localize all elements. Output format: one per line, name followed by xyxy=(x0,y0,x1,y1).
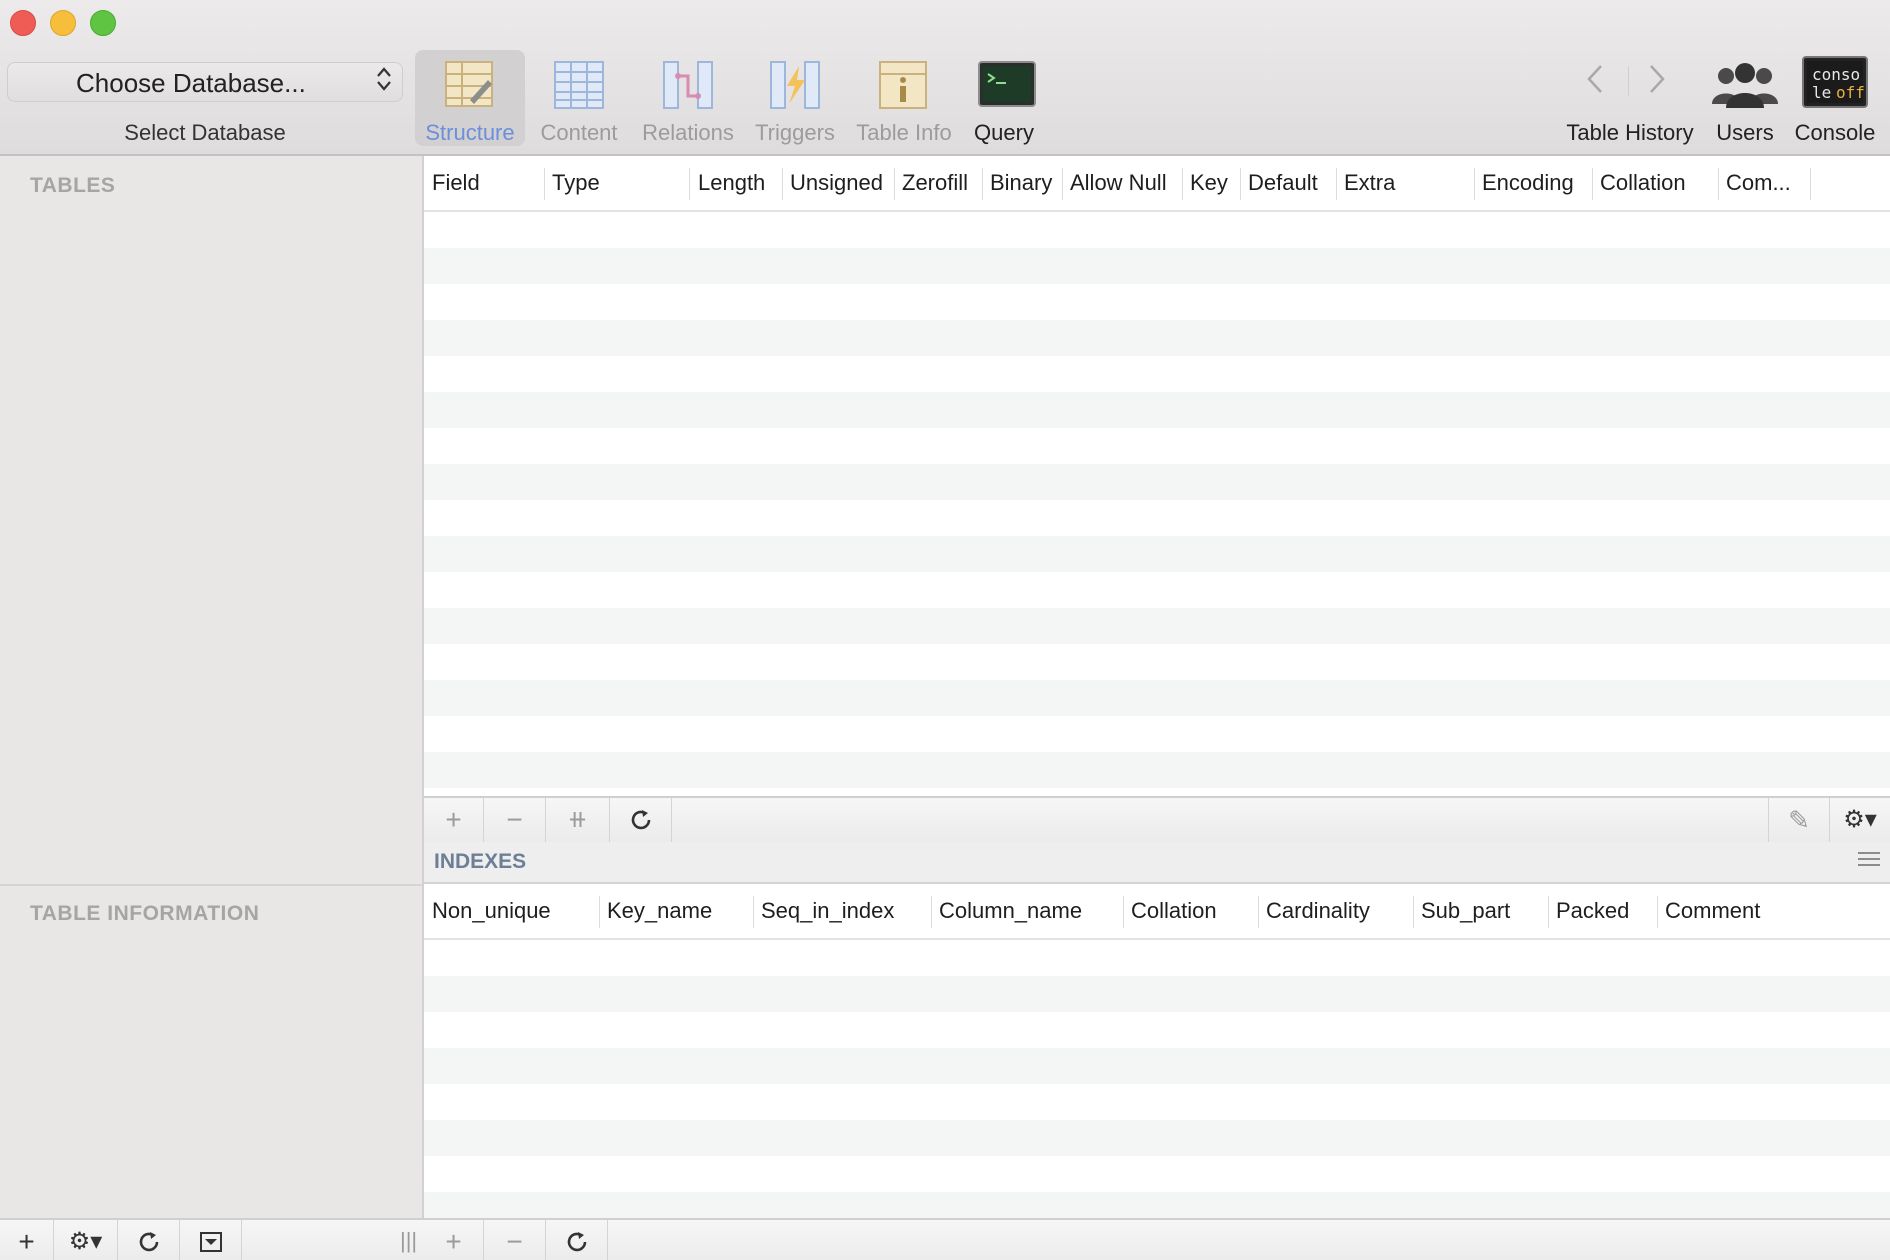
indexes-header-bar: INDEXES xyxy=(424,842,1890,884)
refresh-icon xyxy=(139,1232,158,1252)
structure-gear-button[interactable]: ⚙▾ xyxy=(1830,798,1890,842)
structure-table-body[interactable] xyxy=(424,212,1890,796)
query-icon xyxy=(978,60,1036,110)
filter-tables-button[interactable] xyxy=(180,1220,242,1260)
tab-content[interactable]: Content xyxy=(524,50,634,146)
indexes-table: Non_unique Key_name Seq_in_index Column_… xyxy=(424,884,1890,1218)
table-information-title: TABLE INFORMATION xyxy=(30,902,260,925)
structure-icon xyxy=(444,60,496,110)
column-header-packed[interactable]: Packed xyxy=(1548,884,1657,938)
column-separator xyxy=(1810,168,1811,200)
nav-separator xyxy=(1628,66,1629,96)
history-forward-button[interactable] xyxy=(1645,62,1667,105)
add-index-button[interactable]: + xyxy=(424,1220,484,1260)
column-header-collation[interactable]: Collation xyxy=(1123,884,1258,938)
database-select-value: Choose Database... xyxy=(76,68,306,98)
remove-index-button[interactable]: − xyxy=(484,1220,546,1260)
tab-table-info[interactable]: Table Info xyxy=(849,50,959,146)
chevron-updown-icon xyxy=(376,66,392,93)
tab-triggers[interactable]: Triggers xyxy=(740,50,850,146)
split-resize-handle[interactable]: ||| xyxy=(400,1228,417,1254)
sidebar: TABLES TABLE INFORMATION xyxy=(0,156,424,1218)
column-header-cardinality[interactable]: Cardinality xyxy=(1258,884,1413,938)
tab-query[interactable]: Query xyxy=(949,50,1059,146)
close-window-button[interactable] xyxy=(10,10,36,36)
column-header-comment[interactable]: Com... xyxy=(1718,156,1810,210)
refresh-structure-button[interactable] xyxy=(610,798,672,842)
column-header-key-name[interactable]: Key_name xyxy=(599,884,753,938)
indexes-title: INDEXES xyxy=(434,850,527,873)
structure-bottom-bar: + − ⧺ ✎ ⚙▾ xyxy=(424,796,1890,843)
column-header-default[interactable]: Default xyxy=(1240,156,1336,210)
add-field-button[interactable]: + xyxy=(424,798,484,842)
indexes-table-body[interactable] xyxy=(424,940,1890,1218)
column-header-comment[interactable]: Comment xyxy=(1657,884,1890,938)
relations-icon xyxy=(662,60,714,110)
column-header-sub-part[interactable]: Sub_part xyxy=(1413,884,1548,938)
column-header-column-name[interactable]: Column_name xyxy=(931,884,1123,938)
content-icon xyxy=(553,60,605,110)
structure-table: Field Type Length Unsigned Zerofill Bina… xyxy=(424,156,1890,796)
column-header-extra[interactable]: Extra xyxy=(1336,156,1474,210)
console-label: Console xyxy=(1794,120,1876,145)
indexes-table-header: Non_unique Key_name Seq_in_index Column_… xyxy=(424,884,1890,940)
refresh-indexes-button[interactable] xyxy=(546,1220,608,1260)
svg-text:le: le xyxy=(1812,83,1831,102)
remove-field-button[interactable]: − xyxy=(484,798,546,842)
console-icon: conso le off xyxy=(1802,56,1868,108)
column-header-unsigned[interactable]: Unsigned xyxy=(782,156,894,210)
filter-icon xyxy=(199,1232,222,1252)
column-header-type[interactable]: Type xyxy=(544,156,689,210)
tab-structure-label: Structure xyxy=(425,120,515,145)
column-header-allow-null[interactable]: Allow Null xyxy=(1062,156,1182,210)
duplicate-field-button[interactable]: ⧺ xyxy=(546,798,610,842)
indexes-bottom-bar: + − xyxy=(424,1218,1890,1260)
minimize-window-button[interactable] xyxy=(50,10,76,36)
sidebar-divider[interactable] xyxy=(0,884,422,886)
svg-text:off: off xyxy=(1836,83,1865,102)
column-header-collation[interactable]: Collation xyxy=(1592,156,1718,210)
users-icon xyxy=(1710,60,1780,110)
pencil-icon: ✎ xyxy=(1788,805,1810,835)
refresh-icon xyxy=(631,810,650,830)
toolbar: Choose Database... Select Database Struc… xyxy=(0,0,1890,156)
column-header-zerofill[interactable]: Zerofill xyxy=(894,156,982,210)
zoom-window-button[interactable] xyxy=(90,10,116,36)
triggers-icon xyxy=(769,60,821,110)
column-header-non-unique[interactable]: Non_unique xyxy=(424,884,599,938)
refresh-icon xyxy=(567,1232,586,1252)
tab-structure[interactable]: Structure xyxy=(415,50,525,146)
column-header-binary[interactable]: Binary xyxy=(982,156,1062,210)
database-select[interactable]: Choose Database... xyxy=(7,62,403,102)
column-header-seq-in-index[interactable]: Seq_in_index xyxy=(753,884,931,938)
hamburger-menu-icon[interactable] xyxy=(1858,848,1880,870)
tab-relations-label: Relations xyxy=(642,120,734,145)
column-header-encoding[interactable]: Encoding xyxy=(1474,156,1592,210)
column-header-key[interactable]: Key xyxy=(1182,156,1240,210)
tab-content-label: Content xyxy=(540,120,618,145)
gear-icon[interactable]: ⚙▾ xyxy=(54,1220,118,1260)
console-button[interactable]: conso le off Console xyxy=(1780,50,1890,146)
add-table-button[interactable]: + xyxy=(0,1220,54,1260)
tab-table-info-label: Table Info xyxy=(856,120,952,145)
refresh-tables-button[interactable] xyxy=(118,1220,180,1260)
table-info-icon xyxy=(878,60,930,110)
tables-section-title: TABLES xyxy=(30,174,116,197)
app-window: Choose Database... Select Database Struc… xyxy=(0,0,1890,1260)
column-header-field[interactable]: Field xyxy=(424,156,544,210)
column-header-length[interactable]: Length xyxy=(690,156,782,210)
sidebar-bottom-bar: + ⚙▾ ||| xyxy=(0,1218,424,1260)
gear-icon: ⚙▾ xyxy=(1843,806,1877,833)
structure-table-header: Field Type Length Unsigned Zerofill Bina… xyxy=(424,156,1890,212)
tab-triggers-label: Triggers xyxy=(755,120,835,145)
tab-query-label: Query xyxy=(974,120,1034,145)
svg-text:conso: conso xyxy=(1812,65,1860,84)
edit-field-button[interactable]: ✎ xyxy=(1768,798,1830,842)
select-database-label: Select Database xyxy=(124,120,286,145)
tab-relations[interactable]: Relations xyxy=(633,50,743,146)
history-back-button[interactable] xyxy=(1585,62,1607,105)
